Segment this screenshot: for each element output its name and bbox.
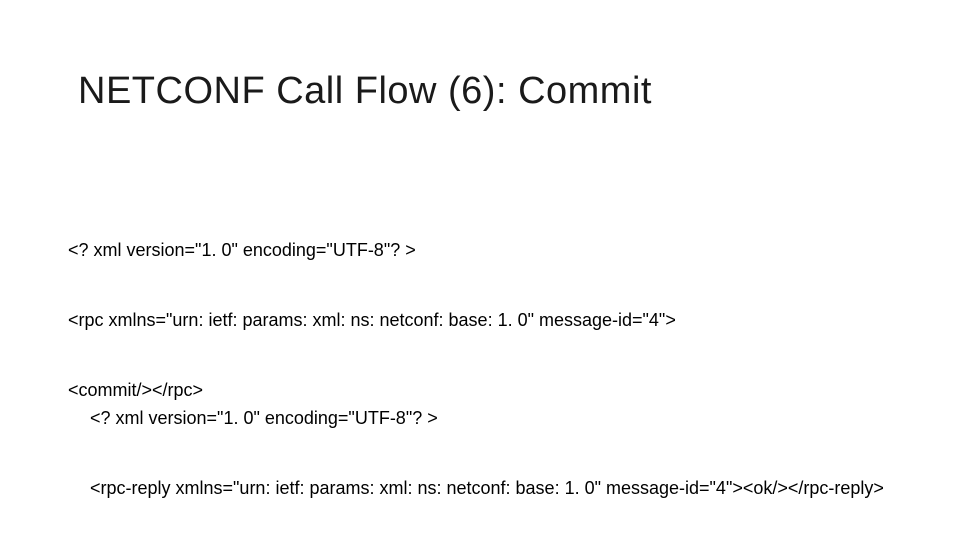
code-line: <? xml version="1. 0" encoding="UTF-8"? … <box>90 407 890 430</box>
code-line: <? xml version="1. 0" encoding="UTF-8"? … <box>68 239 888 262</box>
code-line: <rpc-reply xmlns="urn: ietf: params: xml… <box>90 477 890 500</box>
slide-title: NETCONF Call Flow (6): Commit <box>78 70 652 113</box>
reply-code-block: <? xml version="1. 0" encoding="UTF-8"? … <box>90 360 890 540</box>
slide: NETCONF Call Flow (6): Commit <? xml ver… <box>0 0 960 540</box>
code-line: <rpc xmlns="urn: ietf: params: xml: ns: … <box>68 309 888 332</box>
